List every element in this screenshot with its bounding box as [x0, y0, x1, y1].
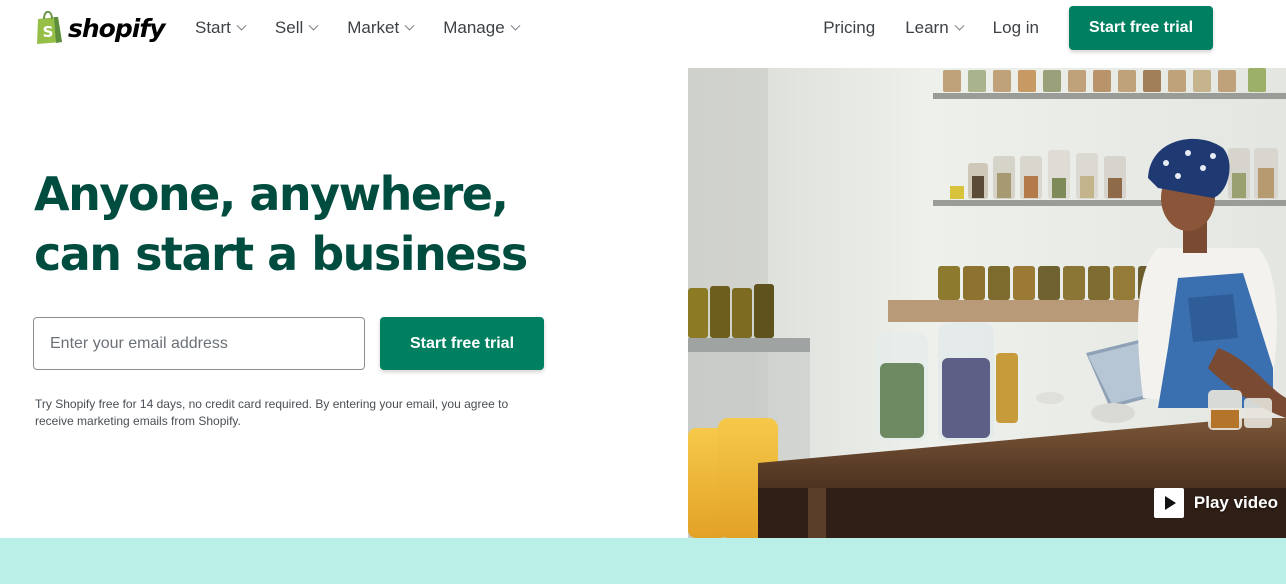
- nav-sell-label: Sell: [274, 18, 304, 37]
- hero-headline-line2: can start a business: [34, 227, 528, 281]
- nav-login-label: Log in: [992, 18, 1039, 37]
- nav-learn-label: Learn: [905, 18, 949, 37]
- chevron-down-icon: [510, 20, 521, 31]
- chevron-down-icon: [404, 20, 415, 31]
- chevron-down-icon: [954, 20, 965, 31]
- trial-disclaimer: Try Shopify free for 14 days, no credit …: [35, 397, 509, 428]
- nav-pricing[interactable]: Pricing: [823, 18, 875, 38]
- logo-wordmark: shopify: [68, 13, 165, 43]
- play-icon: [1153, 488, 1184, 518]
- next-section-band: [0, 538, 1286, 584]
- play-video-button[interactable]: Play video: [1153, 488, 1278, 518]
- hero-start-trial-button[interactable]: Start free trial: [380, 317, 544, 370]
- shop-owner-photo: [688, 68, 1286, 538]
- secondary-nav: Pricing Learn Log in Start free trial: [793, 0, 1213, 56]
- nav-login[interactable]: Log in: [993, 18, 1039, 38]
- shopping-bag-icon: S: [37, 11, 62, 44]
- hero-headline-line1: Anyone, anywhere,: [34, 167, 509, 221]
- nav-start-label: Start: [195, 18, 231, 37]
- svg-text:S: S: [43, 23, 54, 41]
- shopify-logo[interactable]: S shopify: [34, 10, 165, 46]
- chevron-down-icon: [308, 20, 319, 31]
- play-video-label: Play video: [1193, 493, 1278, 512]
- site-header: S shopify Start Sell Market Manage Prici…: [0, 0, 1286, 58]
- nav-manage[interactable]: Manage: [443, 18, 521, 38]
- nav-start[interactable]: Start: [195, 18, 247, 38]
- hero-headline: Anyone, anywhere, can start a business: [34, 164, 654, 284]
- chevron-down-icon: [236, 20, 247, 31]
- email-input[interactable]: [33, 317, 365, 370]
- nav-market-label: Market: [347, 18, 400, 37]
- nav-manage-label: Manage: [443, 18, 505, 37]
- hero-photo: Play video: [688, 68, 1286, 538]
- nav-learn[interactable]: Learn: [905, 18, 965, 38]
- header-start-trial-button[interactable]: Start free trial: [1069, 6, 1213, 50]
- nav-pricing-label: Pricing: [823, 18, 876, 37]
- nav-market[interactable]: Market: [347, 18, 415, 38]
- primary-nav: Start Sell Market Manage: [195, 0, 549, 56]
- nav-sell[interactable]: Sell: [274, 18, 319, 38]
- signup-form: Start free trial: [33, 317, 544, 370]
